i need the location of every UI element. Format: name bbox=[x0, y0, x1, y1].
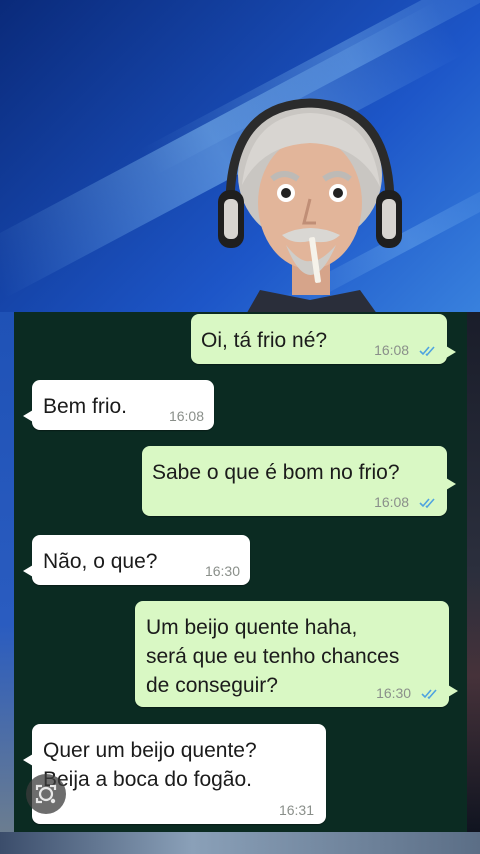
incoming-message: Não, o que? 16:30 bbox=[23, 535, 250, 585]
background-edge bbox=[0, 312, 14, 832]
message-text: Sabe o que é bom no frio? bbox=[152, 461, 400, 484]
message-time: 16:08 bbox=[374, 494, 437, 510]
time-label: 16:08 bbox=[374, 494, 410, 510]
double-check-icon bbox=[419, 346, 435, 357]
double-check-icon bbox=[421, 689, 437, 700]
chat-conversation: Oi, tá frio né? 16:08 Bem frio. 16:08 Sa… bbox=[14, 312, 467, 832]
message-line: de conseguir? bbox=[146, 674, 278, 697]
bubble-tail bbox=[448, 685, 458, 697]
message-line: Um beijo quente haha, bbox=[146, 616, 358, 639]
message-text: Bem frio. bbox=[43, 395, 128, 418]
background-bottom bbox=[0, 832, 480, 854]
incoming-message: Bem frio. 16:08 bbox=[23, 380, 214, 430]
message-line: Quer um beijo quente? bbox=[43, 739, 257, 762]
bubble-tail bbox=[23, 410, 33, 422]
incoming-message: Quer um beijo quente? Beija a boca do fo… bbox=[23, 724, 326, 824]
time-label: 16:30 bbox=[376, 685, 412, 701]
background-edge bbox=[467, 312, 480, 832]
message-time: 16:31 bbox=[278, 802, 314, 818]
message-line: Beija a boca do fogão. bbox=[43, 768, 252, 791]
message-line: será que eu tenho chances bbox=[146, 645, 400, 668]
time-label: 16:08 bbox=[374, 342, 410, 358]
message-time: 16:08 bbox=[374, 342, 437, 358]
outgoing-message: Sabe o que é bom no frio? 16:08 bbox=[142, 446, 456, 516]
message-time: 16:08 bbox=[168, 408, 204, 424]
screenshot-stage: Oi, tá frio né? 16:08 Bem frio. 16:08 Sa… bbox=[0, 0, 480, 854]
double-check-icon bbox=[419, 498, 435, 509]
bubble-tail bbox=[446, 346, 456, 358]
lens-search-icon[interactable] bbox=[26, 774, 66, 814]
bubble-tail bbox=[23, 565, 33, 577]
message-time: 16:30 bbox=[204, 563, 240, 579]
bubble-tail bbox=[446, 478, 456, 490]
outgoing-message: Um beijo quente haha, será que eu tenho … bbox=[135, 601, 458, 707]
message-text: Não, o que? bbox=[43, 550, 158, 573]
bubble-tail bbox=[23, 754, 33, 766]
outgoing-message: Oi, tá frio né? 16:08 bbox=[191, 314, 456, 364]
message-text: Oi, tá frio né? bbox=[201, 329, 328, 352]
person-photo bbox=[218, 98, 402, 325]
lens-glyph-icon bbox=[35, 784, 57, 804]
message-time: 16:30 bbox=[376, 685, 439, 701]
